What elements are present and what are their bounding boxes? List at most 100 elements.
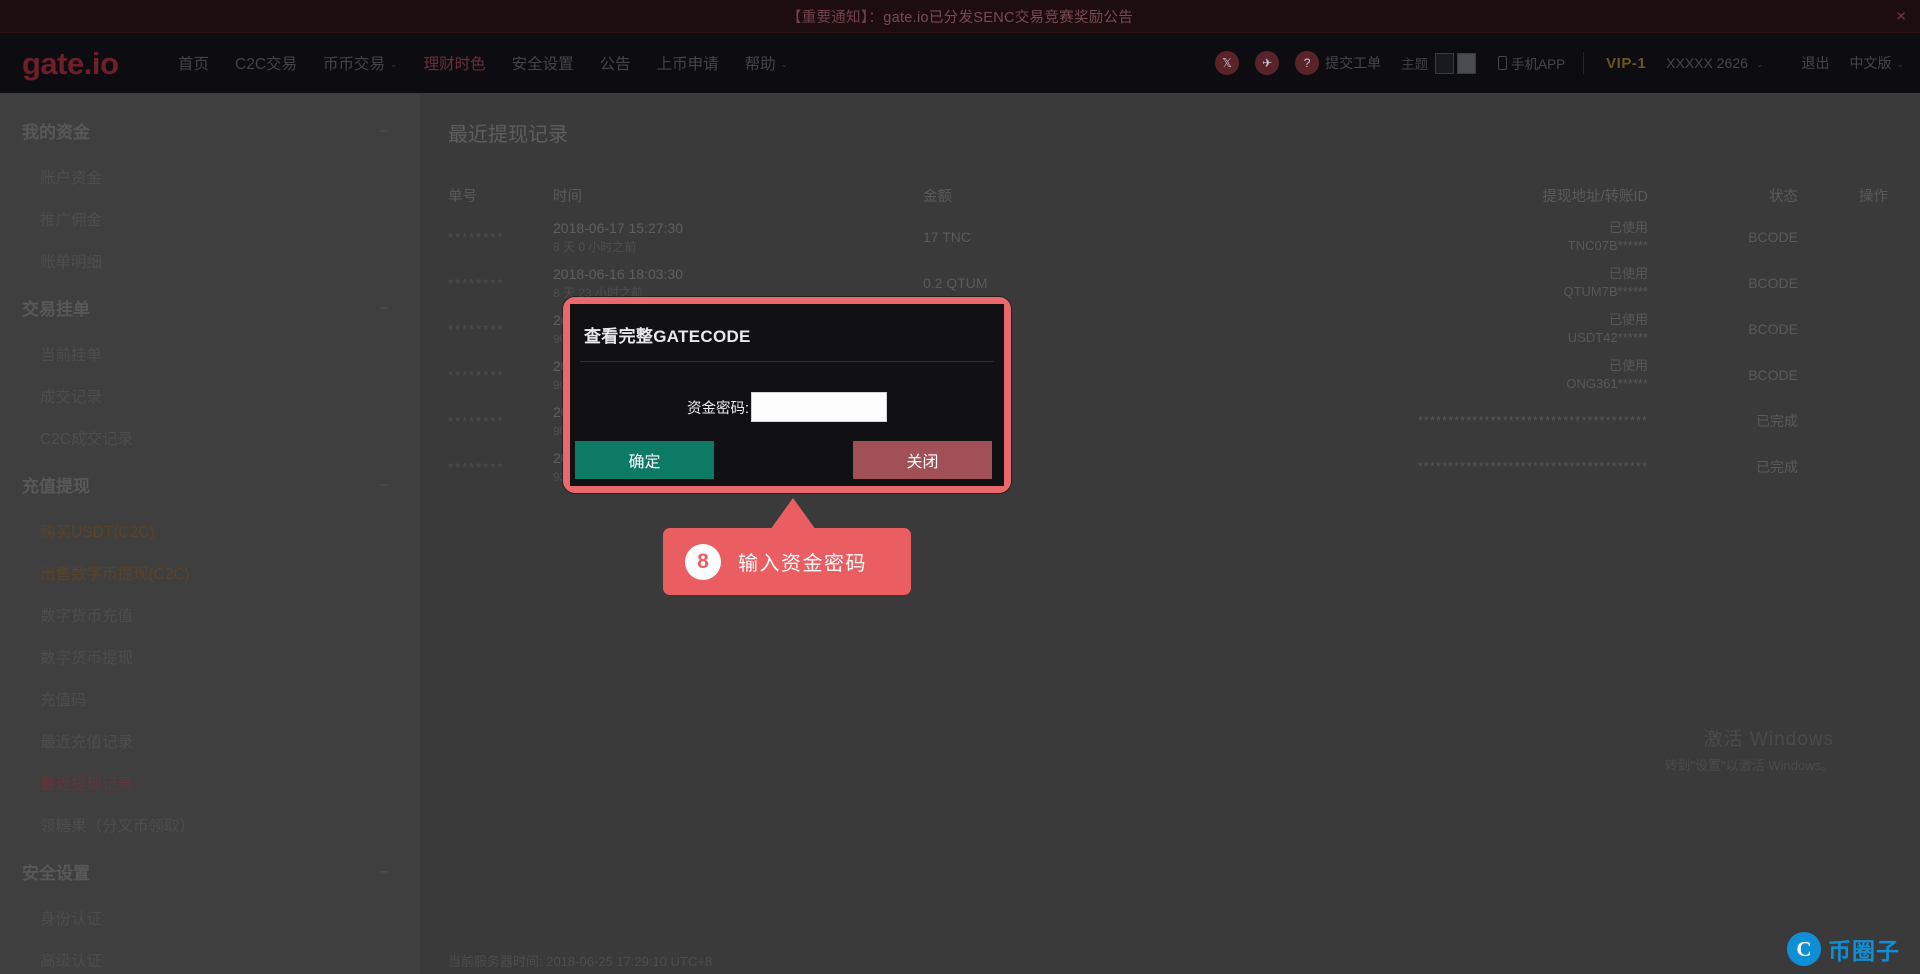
sidebar-item-c2c-trade-history[interactable]: C2C成交记录 bbox=[0, 417, 420, 459]
telegram-icon[interactable]: ✈ bbox=[1255, 51, 1280, 75]
theme-swatches[interactable] bbox=[1435, 52, 1477, 74]
sidebar-item-recharge-code[interactable]: 充值码 bbox=[0, 678, 420, 720]
sidebar-group-label: 我的资金 bbox=[22, 123, 90, 142]
user-menu[interactable]: XXXXX 2626 ⌄ bbox=[1666, 55, 1763, 71]
cell-address: 已使用 QTUM7B****** bbox=[1223, 265, 1708, 300]
collapse-icon: – bbox=[379, 299, 388, 316]
chevron-down-icon: ⌄ bbox=[780, 58, 789, 69]
mobile-app-link[interactable]: 手机APP bbox=[1498, 53, 1565, 73]
sidebar-item-crypto-withdraw[interactable]: 数字货币提现 bbox=[0, 636, 420, 678]
sidebar-item-crypto-deposit[interactable]: 数字货币充值 bbox=[0, 594, 420, 636]
cell-status: BCODE bbox=[1748, 321, 1798, 337]
gate-io-logo[interactable]: gate.io bbox=[22, 48, 142, 79]
nav-item-c2c[interactable]: C2C交易 bbox=[235, 52, 297, 74]
cell-no: ******** bbox=[448, 459, 505, 475]
column-header-amount: 金额 bbox=[923, 189, 952, 205]
sidebar-item-buy-usdt-c2c[interactable]: 购买USDT(C2C) bbox=[0, 510, 420, 552]
sidebar-item-referral-commission[interactable]: 推广佣金 bbox=[0, 198, 420, 240]
sidebar-item-account-funds[interactable]: 账户资金 bbox=[0, 156, 420, 198]
cell-no: ******** bbox=[448, 413, 505, 429]
main-content: 最近提现记录 单号 时间 金额 提现地址/转账ID 状态 操作 ********… bbox=[420, 93, 1920, 974]
brand-mark-icon: C bbox=[1787, 932, 1821, 966]
nav-item-spot[interactable]: 币币交易 ⌄ bbox=[323, 52, 398, 74]
nav-item-help[interactable]: 帮助 ⌄ bbox=[745, 52, 789, 74]
announcement-link[interactable]: gate.io已分发SENC交易竞赛奖励公告 bbox=[883, 10, 1133, 26]
cell-address-used: 已使用 bbox=[1608, 220, 1648, 236]
page-title: 最近提现记录 bbox=[448, 124, 568, 146]
fund-password-label: 资金密码: bbox=[686, 400, 750, 417]
chevron-down-icon: ⌄ bbox=[1896, 58, 1904, 69]
sidebar-group-deposit-withdraw[interactable]: 充值提现 – bbox=[0, 459, 420, 510]
chevron-down-icon: ⌄ bbox=[390, 58, 398, 69]
table-header-row: 单号 时间 金额 提现地址/转账ID 状态 操作 bbox=[448, 185, 1908, 214]
logout-link[interactable]: 退出 bbox=[1801, 53, 1829, 73]
sidebar-item-current-orders[interactable]: 当前挂单 bbox=[0, 333, 420, 375]
sidebar-group-my-funds[interactable]: 我的资金 – bbox=[0, 105, 420, 156]
theme-label: 主题 bbox=[1401, 57, 1429, 72]
sidebar-item-advanced-verification[interactable]: 高级认证 bbox=[0, 939, 420, 974]
cell-address-used: 已使用 bbox=[1608, 266, 1648, 282]
collapse-icon: – bbox=[379, 122, 388, 139]
cell-amount: 0.2 QTUM bbox=[923, 275, 988, 291]
cell-address: 已使用 USDT42****** bbox=[1223, 311, 1708, 346]
cell-address-value: QTUM7B****** bbox=[1563, 284, 1648, 299]
fund-password-input[interactable] bbox=[751, 392, 888, 422]
sidebar-group-security[interactable]: 安全设置 – bbox=[0, 846, 420, 897]
column-header-address: 提现地址/转账ID bbox=[1542, 189, 1648, 205]
sidebar-item-claim-candy[interactable]: 领糖果（分叉币领取） bbox=[0, 804, 420, 846]
modal-title: 查看完整GATECODE bbox=[584, 327, 751, 346]
announcement-text: 【重要通知】：gate.io已分发SENC交易竞赛奖励公告 bbox=[787, 6, 1133, 27]
chevron-down-icon: ⌄ bbox=[1755, 58, 1764, 69]
cell-status: 已完成 bbox=[1756, 413, 1798, 429]
sidebar-item-recent-deposits[interactable]: 最近充值记录 bbox=[0, 720, 420, 762]
sidebar-item-trade-history[interactable]: 成交记录 bbox=[0, 375, 420, 417]
theme-swatch-dark[interactable] bbox=[1435, 52, 1455, 74]
language-selector[interactable]: 中文版 ⌄ bbox=[1849, 53, 1904, 73]
submit-ticket-link[interactable]: 提交工单 bbox=[1325, 53, 1381, 73]
column-header-time: 时间 bbox=[553, 189, 582, 205]
theme-swatch-light[interactable] bbox=[1457, 52, 1477, 74]
site-brand-logo: C 币圈子 bbox=[1787, 932, 1900, 966]
nav-label: 币币交易 bbox=[323, 56, 386, 73]
nav-item-home[interactable]: 首页 bbox=[178, 52, 209, 74]
nav-item-announcements[interactable]: 公告 bbox=[600, 52, 631, 74]
confirm-button[interactable]: 确定 bbox=[575, 441, 714, 479]
sidebar-item-identity-verification[interactable]: 身份认证 bbox=[0, 897, 420, 939]
nav-label: 公告 bbox=[599, 56, 631, 73]
cell-address-masked: ************************************** bbox=[1417, 459, 1648, 475]
question-icon[interactable]: ? bbox=[1295, 51, 1320, 75]
windows-activation-watermark: 激活 Windows 转到"设置"以激活 Windows。 bbox=[1664, 724, 1834, 774]
modal-actions: 确定 关闭 bbox=[570, 422, 1004, 479]
phone-icon bbox=[1498, 56, 1508, 70]
step-instruction-label: 输入资金密码 bbox=[738, 553, 867, 575]
sidebar-item-recent-withdrawals[interactable]: 最近提现记录 bbox=[0, 762, 420, 804]
modal-body: 资金密码: bbox=[570, 392, 1004, 422]
callout-arrow-icon bbox=[770, 498, 816, 530]
sidebar-group-label: 充值提现 bbox=[22, 477, 90, 496]
nav-item-listing[interactable]: 上币申请 bbox=[657, 52, 719, 74]
close-button[interactable]: 关闭 bbox=[853, 441, 992, 479]
language-label: 中文版 bbox=[1849, 55, 1892, 71]
collapse-icon: – bbox=[379, 863, 388, 880]
sidebar-group-orders[interactable]: 交易挂单 – bbox=[0, 282, 420, 333]
close-icon[interactable]: × bbox=[1896, 8, 1906, 25]
nav-label: 帮助 bbox=[744, 56, 776, 73]
cell-status: 已完成 bbox=[1756, 459, 1798, 475]
cell-address: ************************************** bbox=[1223, 458, 1708, 476]
header-right-cluster: 𝕏 ✈ ? 提交工单 主题 手机APP VIP-1 XXXXX 2626 ⌄ 退… bbox=[1215, 51, 1920, 75]
cell-no: ******** bbox=[448, 321, 505, 337]
nav-item-finance[interactable]: 理财时色 bbox=[424, 52, 486, 74]
sidebar-group-label: 交易挂单 bbox=[22, 300, 90, 319]
cell-address: ************************************** bbox=[1223, 412, 1708, 430]
sidebar-item-sell-withdraw-c2c[interactable]: 出售数字币提现(C2C) bbox=[0, 552, 420, 594]
twitter-icon[interactable]: 𝕏 bbox=[1215, 51, 1240, 75]
step-callout: 8 输入资金密码 bbox=[663, 528, 911, 595]
cell-address-masked: ************************************** bbox=[1417, 413, 1648, 429]
nav-item-security[interactable]: 安全设置 bbox=[512, 52, 574, 74]
table-row[interactable]: ******** 2018-06-17 15:27:30 8 天 0 小时之前 … bbox=[448, 214, 1908, 260]
cell-time: 2018-06-17 15:27:30 8 天 0 小时之前 bbox=[553, 220, 923, 255]
sidebar-item-bill-details[interactable]: 账单明细 bbox=[0, 240, 420, 282]
collapse-icon: – bbox=[379, 476, 388, 493]
cell-status: BCODE bbox=[1748, 367, 1798, 383]
sidebar: 我的资金 – 账户资金 推广佣金 账单明细 交易挂单 – 当前挂单 成交记录 C… bbox=[0, 93, 420, 974]
